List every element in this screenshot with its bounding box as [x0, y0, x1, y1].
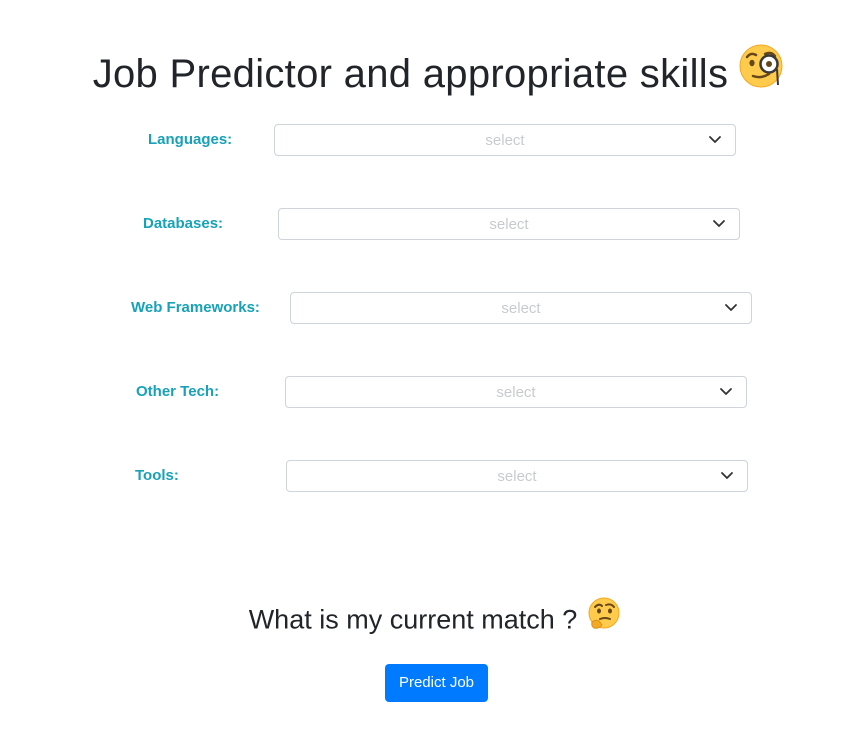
face-with-monocle-icon [738, 43, 784, 102]
chevron-down-icon[interactable] [708, 134, 722, 146]
languages-select[interactable]: select [274, 124, 736, 156]
tools-select[interactable]: select [286, 460, 748, 492]
match-heading-text: What is my current match ? [248, 604, 578, 635]
databases-select-placeholder: select [489, 216, 529, 233]
page: Job Predictor and appropriate skills Lan… [0, 0, 867, 740]
thinking-face-icon [587, 597, 621, 642]
databases-select[interactable]: select [278, 208, 740, 240]
languages-select-placeholder: select [485, 132, 525, 149]
web-frameworks-label: Web Frameworks: [131, 299, 260, 316]
other-tech-select[interactable]: select [285, 376, 747, 408]
chevron-down-icon[interactable] [712, 218, 726, 230]
chevron-down-icon[interactable] [719, 386, 733, 398]
form-row-other-tech: Other Tech: select [0, 376, 867, 408]
web-frameworks-select[interactable]: select [290, 292, 752, 324]
languages-label: Languages: [148, 131, 233, 148]
chevron-down-icon[interactable] [720, 470, 734, 482]
form-row-web-frameworks: Web Frameworks: select [0, 292, 867, 324]
chevron-down-icon[interactable] [724, 302, 738, 314]
form-row-languages: Languages: select [0, 124, 867, 156]
other-tech-label: Other Tech: [136, 383, 220, 400]
other-tech-select-placeholder: select [496, 384, 536, 401]
match-heading: What is my current match ? [0, 597, 867, 644]
databases-label: Databases: [143, 215, 224, 232]
predict-job-button[interactable]: Predict Job [385, 664, 488, 702]
tools-select-placeholder: select [497, 468, 537, 485]
tools-label: Tools: [135, 467, 179, 484]
web-frameworks-select-placeholder: select [501, 300, 541, 317]
page-title: Job Predictor and appropriate skills [92, 51, 729, 96]
form-row-databases: Databases: select [0, 208, 867, 240]
page-title-heading: Job Predictor and appropriate skills [0, 44, 867, 106]
form-row-tools: Tools: select [0, 460, 867, 492]
